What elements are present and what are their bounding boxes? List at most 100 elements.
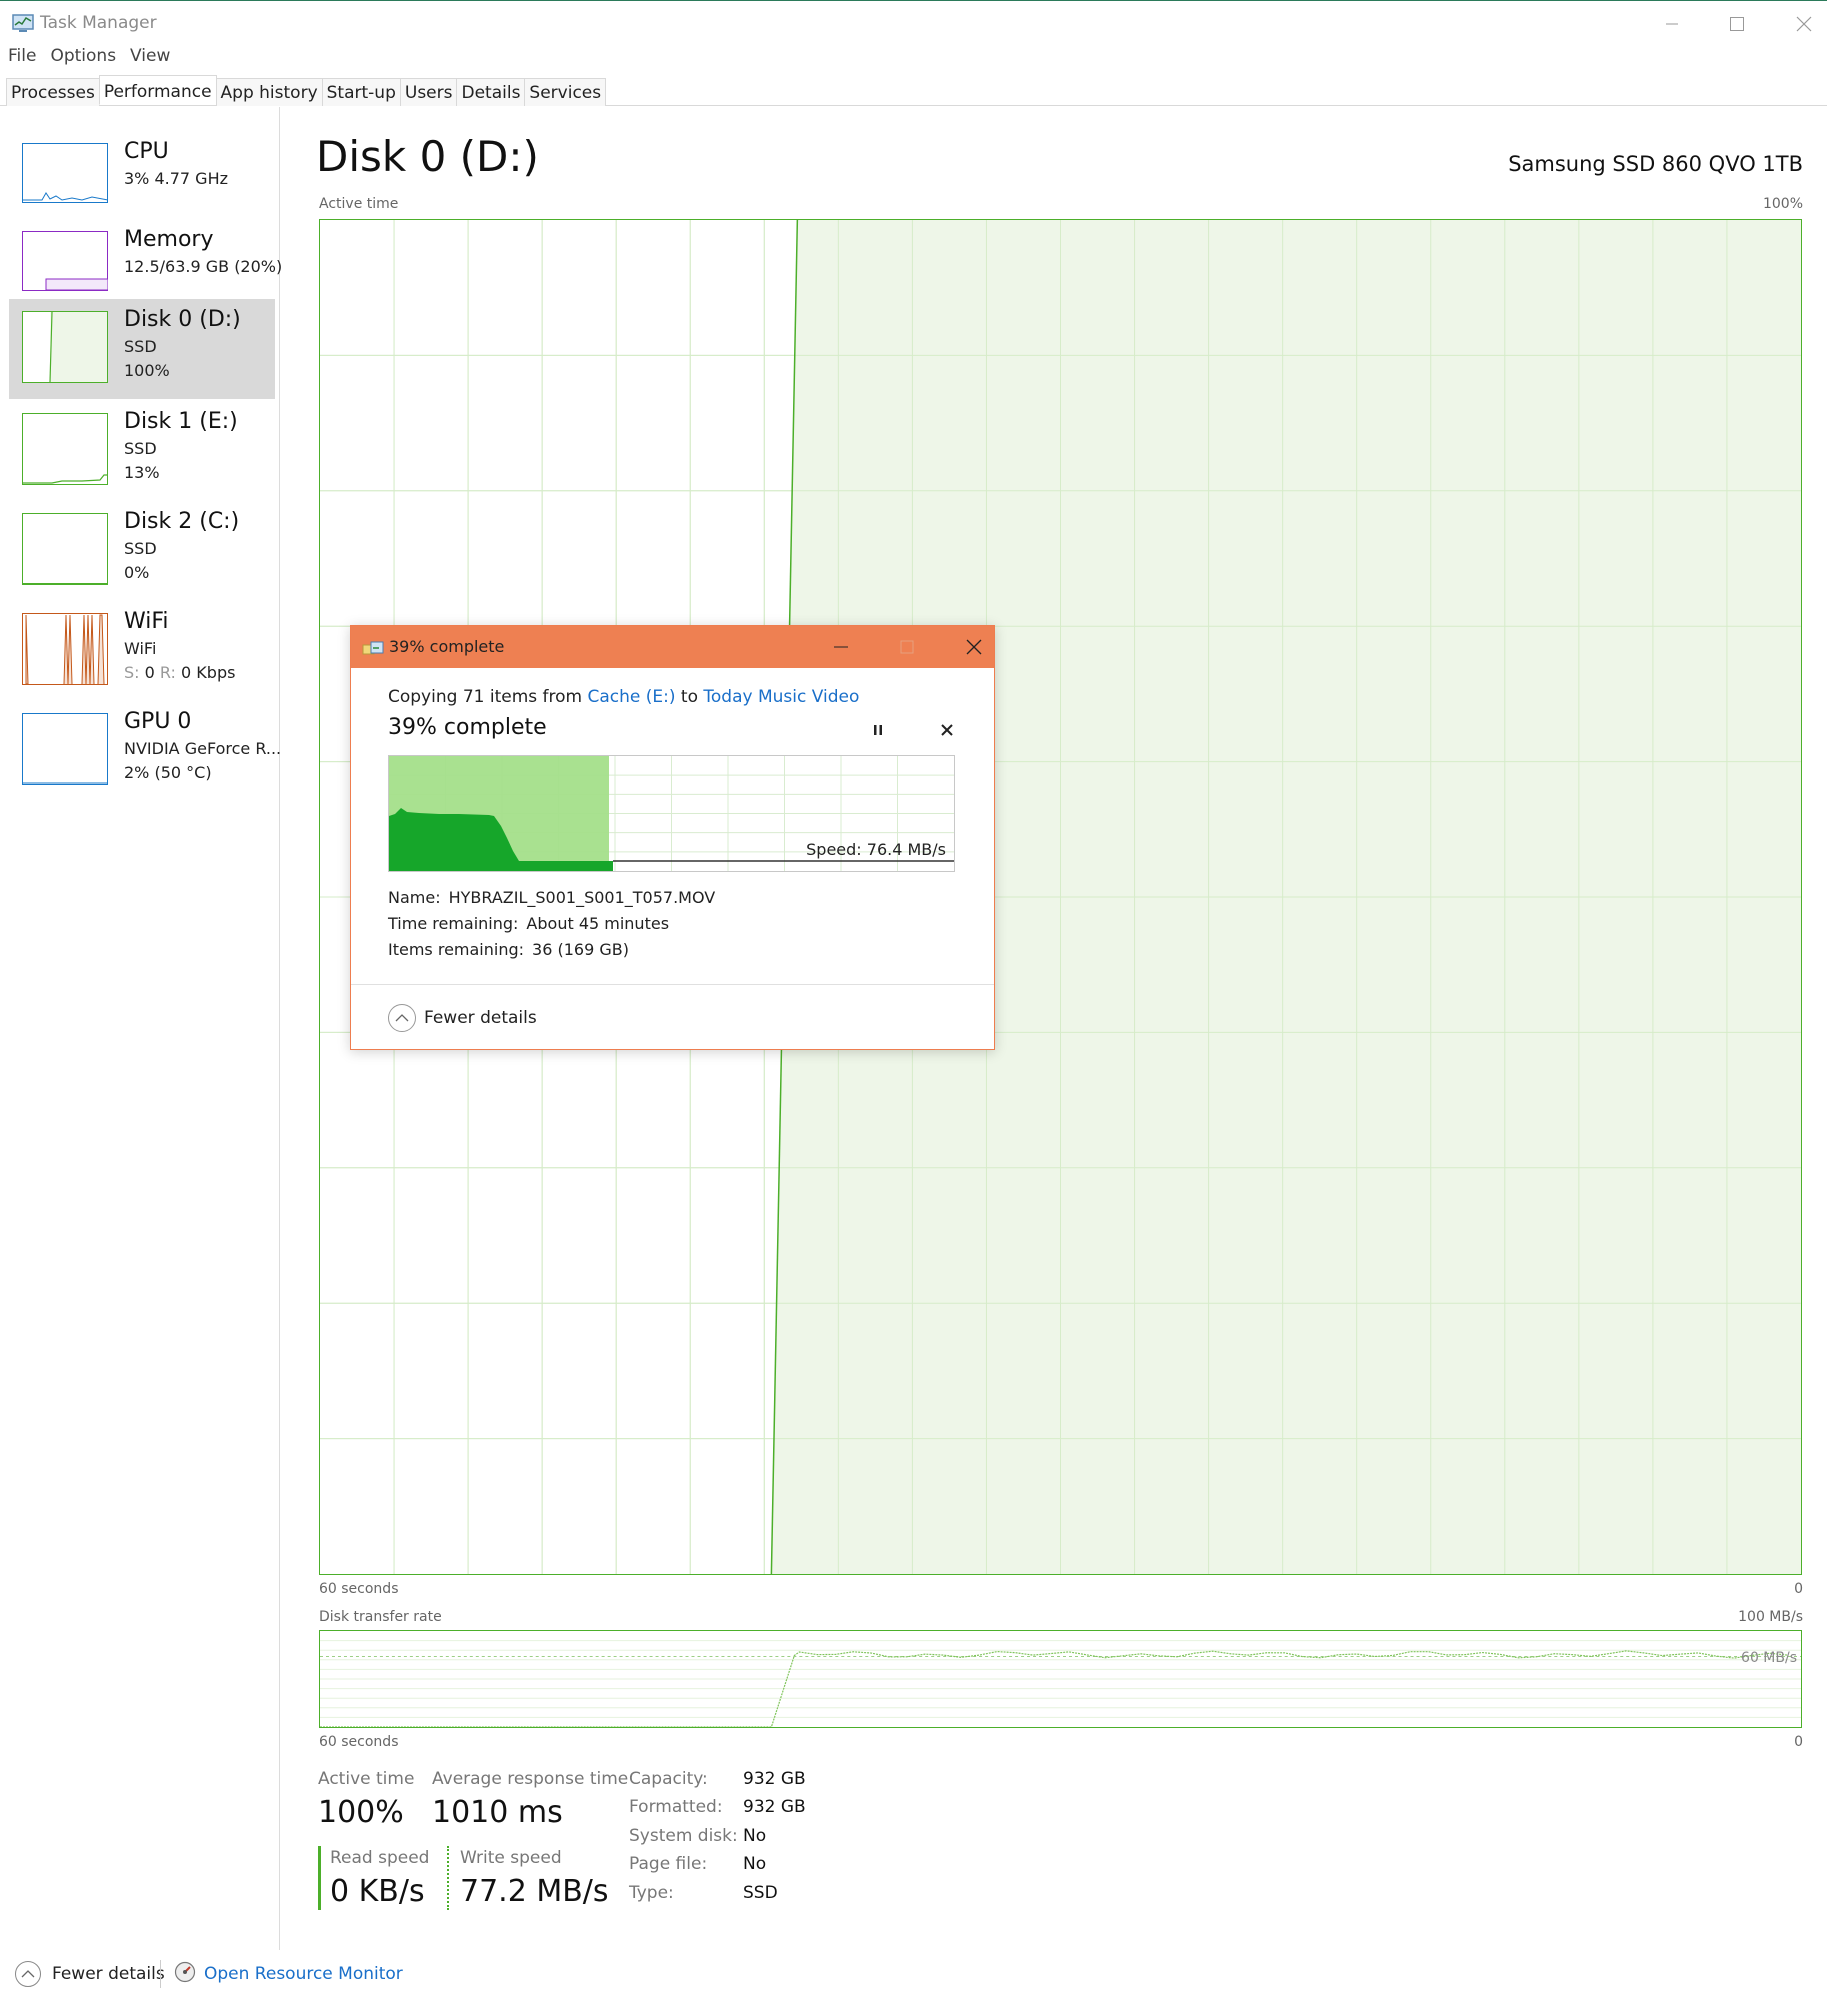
active-time-chart-max: 100%: [1762, 196, 1803, 212]
tab-processes[interactable]: Processes: [6, 78, 100, 106]
formatted-label: Formatted:: [629, 1797, 723, 1817]
type-label: Type:: [629, 1883, 674, 1903]
capacity-value: 932 GB: [743, 1769, 806, 1789]
page-file-label: Page file:: [629, 1854, 708, 1874]
dialog-close-button[interactable]: [954, 630, 994, 664]
active-time-label: Active time: [318, 1769, 415, 1789]
close-button[interactable]: [1784, 7, 1824, 41]
sidebar-item-type: SSD: [124, 337, 157, 356]
sidebar-item-detail: 12.5/63.9 GB (20%): [124, 257, 283, 276]
system-disk-value: No: [743, 1826, 767, 1846]
speed-readout: Speed: 76.4 MB/s: [806, 840, 946, 859]
wifi-thumbnail: [22, 613, 108, 685]
sidebar-item-wifi[interactable]: WiFi WiFi S: 0 R: 0 Kbps: [9, 603, 275, 703]
copy-description: Copying 71 items from Cache (E:) to Toda…: [388, 687, 859, 707]
copy-prefix: Copying 71 items from: [388, 687, 583, 707]
system-disk-label: System disk:: [629, 1826, 738, 1846]
read-speed-value: 0 KB/s: [330, 1874, 425, 1909]
transfer-chart-span: 60 seconds: [319, 1734, 399, 1750]
sidebar-item-cpu[interactable]: CPU 3% 4.77 GHz: [9, 133, 275, 233]
sidebar-item-usage: 0%: [124, 563, 150, 582]
sidebar-item-gpu0[interactable]: GPU 0 NVIDIA GeForce R... 2% (50 °C): [9, 703, 281, 803]
chevron-up-icon: [21, 1970, 35, 1978]
wifi-receive-label: R:: [159, 663, 176, 682]
close-icon: [941, 724, 953, 736]
wifi-rates: S: 0 R: 0 Kbps: [124, 661, 235, 685]
transfer-rate-chart: [319, 1630, 1802, 1728]
active-time-value: 100%: [318, 1795, 404, 1830]
dialog-fewer-details-label[interactable]: Fewer details: [424, 1008, 537, 1028]
gpu-thumbnail: [22, 713, 108, 785]
write-speed-label: Write speed: [460, 1848, 562, 1868]
items-remaining-label: Items remaining:: [388, 940, 525, 959]
cancel-copy-button[interactable]: [935, 718, 959, 742]
tab-bar: Processes Performance App history Start-…: [0, 75, 1827, 106]
tab-details[interactable]: Details: [456, 78, 526, 106]
minimize-icon: [834, 646, 848, 648]
maximize-button[interactable]: [1717, 7, 1757, 41]
source-link[interactable]: Cache (E:): [588, 687, 676, 707]
sidebar-item-detail: 3% 4.77 GHz: [124, 169, 229, 188]
title-bar: Task Manager: [0, 0, 1827, 44]
tab-app-history[interactable]: App history: [215, 78, 323, 106]
maximize-icon: [900, 640, 914, 654]
dialog-minimize-button[interactable]: [821, 630, 861, 664]
resource-monitor-icon: [174, 1961, 196, 1983]
transfer-chart-max: 100 MB/s: [1738, 1609, 1803, 1625]
formatted-value: 932 GB: [743, 1797, 806, 1817]
open-resource-monitor-link[interactable]: Open Resource Monitor: [204, 1964, 403, 1984]
dialog-maximize-button: [887, 630, 927, 664]
dialog-fewer-details-button[interactable]: [388, 1004, 416, 1032]
active-time-chart-label: Active time: [319, 196, 399, 212]
menu-view[interactable]: View: [130, 46, 170, 70]
cpu-thumbnail: [22, 143, 108, 203]
disk2-thumbnail: [22, 513, 108, 585]
menu-options[interactable]: Options: [50, 46, 116, 70]
sidebar-item-disk2[interactable]: Disk 2 (C:) SSD 0%: [9, 503, 275, 603]
items-remaining-row: Items remaining: 36 (169 GB): [388, 940, 629, 959]
fewer-details-button[interactable]: [15, 1961, 41, 1987]
tab-performance[interactable]: Performance: [98, 75, 217, 105]
pause-icon: [874, 725, 882, 735]
sidebar-item-disk1[interactable]: Disk 1 (E:) SSD 13%: [9, 403, 275, 503]
sidebar-item-title: Memory: [124, 227, 214, 252]
sidebar-item-title: Disk 2 (C:): [124, 509, 240, 534]
time-remaining-label: Time remaining:: [388, 914, 519, 933]
sidebar-item-usage: 13%: [124, 463, 160, 482]
write-speed-indicator: [447, 1846, 449, 1910]
sidebar-item-title: CPU: [124, 139, 169, 164]
tab-users[interactable]: Users: [399, 78, 458, 106]
sidebar-item-disk0[interactable]: Disk 0 (D:) SSD 100%: [9, 299, 275, 399]
disk0-thumbnail: [22, 311, 108, 383]
destination-link[interactable]: Today Music Video: [703, 687, 859, 707]
wifi-send-value: 0: [144, 663, 155, 682]
transfer-chart-zero: 0: [1794, 1734, 1803, 1750]
tab-start-up[interactable]: Start-up: [321, 78, 401, 106]
name-label: Name:: [388, 888, 441, 907]
progress-percent: 39% complete: [388, 715, 547, 740]
pause-button[interactable]: [866, 718, 890, 742]
minimize-button[interactable]: [1652, 7, 1692, 41]
name-row: Name: HYBRAZIL_S001_S001_T057.MOV: [388, 888, 715, 907]
name-value: HYBRAZIL_S001_S001_T057.MOV: [448, 888, 716, 907]
file-copy-icon: [362, 641, 384, 655]
fewer-details-link[interactable]: Fewer details: [52, 1964, 165, 1984]
task-manager-icon: [12, 14, 34, 32]
wifi-receive-value: 0 Kbps: [181, 663, 236, 682]
tab-services[interactable]: Services: [524, 78, 607, 106]
capacity-label: Capacity:: [629, 1769, 708, 1789]
page-title: Disk 0 (D:): [316, 132, 539, 181]
dialog-divider: [351, 984, 994, 985]
transfer-chart-label: Disk transfer rate: [319, 1609, 442, 1625]
menu-bar: File Options View: [8, 46, 170, 70]
footer-divider: [160, 1960, 161, 1988]
sidebar-item-title: Disk 1 (E:): [124, 409, 238, 434]
window-title: Task Manager: [40, 13, 157, 33]
read-speed-label: Read speed: [330, 1848, 430, 1868]
avg-response-label: Average response time: [432, 1769, 629, 1789]
menu-file[interactable]: File: [8, 46, 36, 70]
dialog-title: 39% complete: [389, 637, 505, 656]
time-remaining-row: Time remaining: About 45 minutes: [388, 914, 669, 933]
write-speed-value: 77.2 MB/s: [460, 1874, 609, 1909]
dialog-title-bar: 39% complete: [351, 626, 994, 668]
